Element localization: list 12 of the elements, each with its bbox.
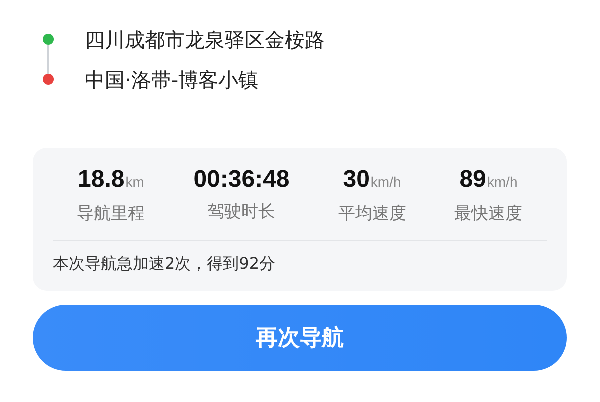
address-text: 中国·洛带-博客小镇: [85, 67, 259, 94]
stat-value: 18.8km: [78, 165, 144, 195]
stat-value: 89km/h: [460, 165, 518, 195]
address-text: 四川成都市龙泉驿区金桉路: [85, 27, 325, 54]
stat-label: 驾驶时长: [208, 201, 276, 224]
stat-label: 导航里程: [77, 203, 146, 226]
stat-value: 00:36:48: [194, 165, 290, 195]
stat-label: 平均速度: [338, 203, 406, 226]
navigate-again-button[interactable]: 再次导航: [33, 305, 567, 371]
stat-label: 最快速度: [454, 203, 523, 226]
summary-text: 本次导航急加速2次，得到92分: [53, 253, 277, 275]
stat-value: 30km/h: [343, 165, 402, 195]
